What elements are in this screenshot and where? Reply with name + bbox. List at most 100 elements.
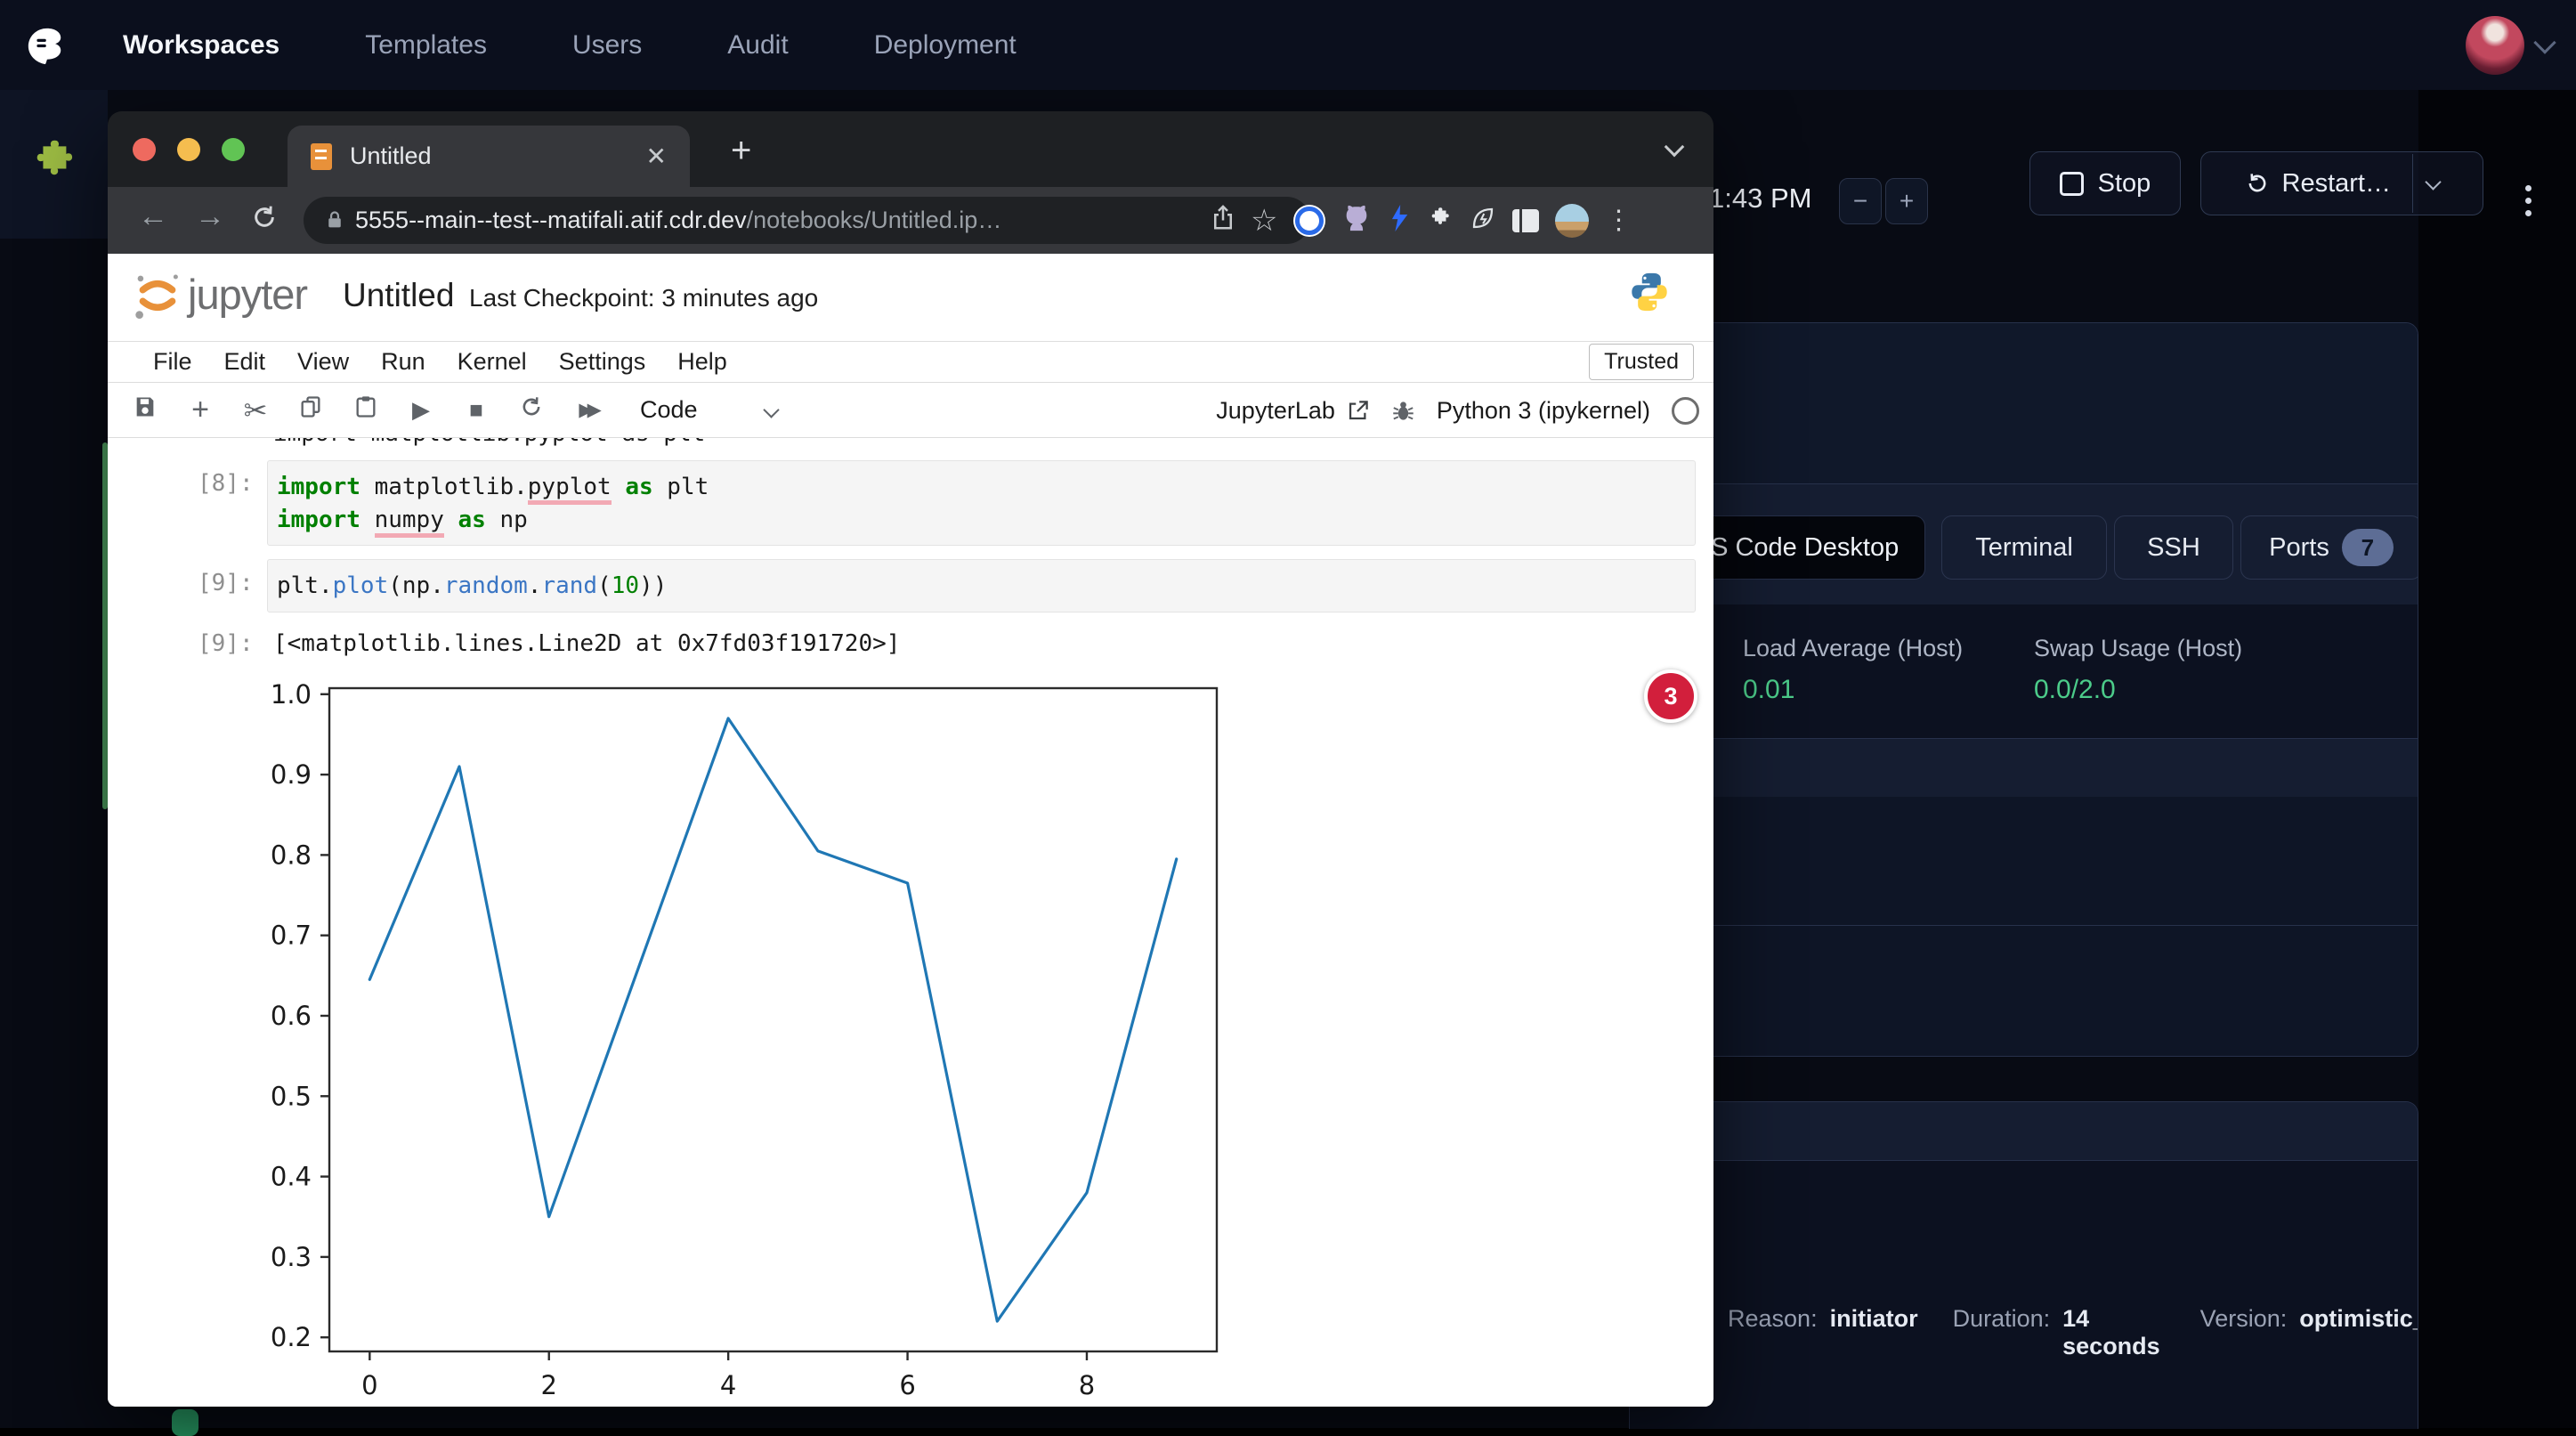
restart-workspace-button[interactable]: Restart…	[2200, 151, 2483, 215]
run-cell-icon[interactable]: ▶	[407, 396, 435, 424]
stat-value: 0.01	[1743, 675, 1963, 705]
menu-view[interactable]: View	[297, 348, 349, 376]
svg-text:0.7: 0.7	[271, 921, 312, 951]
menu-file[interactable]: File	[153, 348, 192, 376]
browser-menu-kebab-icon[interactable]: ⋮	[1605, 205, 1632, 236]
code-cell-8[interactable]: import matplotlib.pyplot as plt import n…	[267, 460, 1696, 546]
new-tab-button[interactable]: +	[731, 131, 751, 171]
build-panel-header	[1630, 1102, 2418, 1161]
svg-text:4: 4	[720, 1370, 736, 1399]
app-button-label: VS Code Desktop	[1694, 533, 1900, 563]
restart-run-all-icon[interactable]: ▶▶	[572, 399, 601, 421]
url-path: /notebooks/Untitled.ip…	[747, 207, 1002, 234]
nav-item-deployment[interactable]: Deployment	[874, 30, 1017, 61]
workspace-build-panel: Reason:initiator Duration:14 seconds Ver…	[1629, 1101, 2418, 1429]
stop-button-label: Stop	[2098, 169, 2151, 199]
copy-cells-icon[interactable]	[296, 394, 325, 426]
matplotlib-line-chart: 0.20.30.40.50.60.70.80.91.002468	[267, 677, 1264, 1399]
meta-value-reason: initiator	[1830, 1305, 1918, 1333]
side-panel-icon[interactable]	[1512, 209, 1539, 232]
restart-options-chevron-icon[interactable]	[2426, 174, 2442, 190]
browser-profile-avatar[interactable]	[1555, 204, 1589, 238]
menu-help[interactable]: Help	[677, 348, 727, 376]
workspace-row-3	[1630, 925, 2418, 1057]
insert-cell-icon[interactable]: +	[186, 393, 215, 427]
meta-label-version: Version:	[2200, 1305, 2288, 1333]
app-button-label: Terminal	[1975, 533, 2073, 563]
workspace-panel-header-section	[1630, 323, 2418, 483]
forward-icon[interactable]: →	[195, 199, 225, 234]
zoom-out-button[interactable]: −	[1839, 178, 1882, 224]
window-minimize-button[interactable]	[177, 138, 200, 161]
bookmark-star-icon[interactable]: ☆	[1251, 203, 1277, 239]
extension-leaf-icon[interactable]	[1470, 205, 1496, 236]
code-line: plt.plot(np.random.rand(10))	[277, 570, 1686, 603]
save-icon[interactable]	[131, 394, 159, 426]
app-button-ssh[interactable]: SSH	[2114, 515, 2233, 580]
taskbar-app-icon[interactable]	[172, 1409, 198, 1436]
external-link-icon[interactable]	[1346, 399, 1370, 423]
plus-icon: +	[1900, 187, 1914, 215]
nav-item-audit[interactable]: Audit	[727, 30, 788, 61]
extensions-puzzle-icon[interactable]	[1427, 205, 1454, 236]
open-jupyterlab-link[interactable]: JupyterLab	[1216, 397, 1335, 425]
top-navigation-bar: Workspaces Templates Users Audit Deploym…	[0, 0, 2576, 90]
kernel-status-icon	[1672, 397, 1699, 425]
browser-tab-strip: Untitled ✕ +	[108, 111, 1713, 187]
tab-search-chevron-icon[interactable]	[1665, 137, 1685, 158]
app-button-label: SSH	[2147, 533, 2200, 563]
python-logo-icon	[1630, 270, 1669, 319]
tab-close-icon[interactable]: ✕	[646, 142, 667, 171]
clipped-previous-cell-line: import matplotlib.pyplot as plt	[273, 438, 705, 447]
last-checkpoint-text: Last Checkpoint: 3 minutes ago	[469, 284, 818, 312]
dock-tile[interactable]	[0, 90, 108, 239]
workspace-more-menu-button[interactable]	[2519, 178, 2537, 223]
share-icon[interactable]	[1211, 205, 1235, 236]
nav-item-templates[interactable]: Templates	[365, 30, 487, 61]
menu-settings[interactable]: Settings	[559, 348, 646, 376]
menu-run[interactable]: Run	[381, 348, 425, 376]
user-menu-chevron-icon[interactable]	[2533, 31, 2556, 53]
menu-edit[interactable]: Edit	[224, 348, 266, 376]
zoom-in-button[interactable]: +	[1885, 178, 1928, 224]
cut-cells-icon[interactable]: ✂	[241, 393, 270, 427]
page-right-gutter	[2418, 90, 2576, 1428]
kernel-name[interactable]: Python 3 (ipykernel)	[1437, 397, 1650, 425]
workspace-row-2	[1630, 797, 2418, 925]
jupyter-toolbar: + ✂ ▶ ■ ▶▶ Code JupyterLab	[108, 383, 1713, 438]
browser-tab-untitled[interactable]: Untitled ✕	[288, 126, 690, 187]
app-button-ports[interactable]: Ports 7	[2240, 515, 2418, 580]
code-cell-9[interactable]: plt.plot(np.random.rand(10))	[267, 559, 1696, 613]
cell-type-select[interactable]: Code	[640, 396, 698, 424]
reload-icon[interactable]	[250, 203, 279, 239]
paste-cells-icon[interactable]	[352, 394, 380, 426]
window-zoom-button[interactable]	[222, 138, 245, 161]
window-close-button[interactable]	[133, 138, 156, 161]
nav-item-users[interactable]: Users	[572, 30, 642, 61]
debugger-bug-icon[interactable]	[1391, 399, 1415, 423]
restart-kernel-icon[interactable]	[517, 394, 546, 426]
jupyter-brand: jupyter	[188, 270, 307, 319]
menu-kernel[interactable]: Kernel	[458, 348, 527, 376]
interrupt-kernel-icon[interactable]: ■	[462, 396, 490, 424]
ports-count-badge: 7	[2342, 529, 2394, 566]
trusted-button[interactable]: Trusted	[1589, 344, 1694, 380]
address-bar[interactable]: 5555--main--test--matifali.atif.cdr.dev/…	[304, 197, 1310, 244]
cell-type-chevron-icon[interactable]	[763, 402, 779, 418]
stop-workspace-button[interactable]: Stop	[2029, 151, 2181, 215]
user-avatar[interactable]	[2466, 16, 2524, 75]
svg-text:0.2: 0.2	[271, 1322, 312, 1352]
coder-logo-icon[interactable]	[20, 20, 71, 71]
lock-icon	[327, 210, 343, 231]
execution-count-badge[interactable]: 3	[1644, 669, 1697, 723]
svg-text:8: 8	[1079, 1370, 1095, 1399]
back-icon[interactable]: ←	[138, 199, 168, 234]
stat-label: Swap Usage (Host)	[2034, 635, 2242, 662]
workspace-panel: VS Code Desktop Terminal SSH Ports 7 Loa…	[1629, 322, 2418, 1057]
extension-1password-icon[interactable]	[1293, 205, 1325, 237]
extension-github-icon[interactable]	[1341, 203, 1372, 238]
nav-item-workspaces[interactable]: Workspaces	[123, 30, 279, 61]
app-button-terminal[interactable]: Terminal	[1941, 515, 2107, 580]
notebook-title[interactable]: Untitled	[343, 277, 454, 314]
extension-bolt-icon[interactable]	[1388, 205, 1411, 236]
